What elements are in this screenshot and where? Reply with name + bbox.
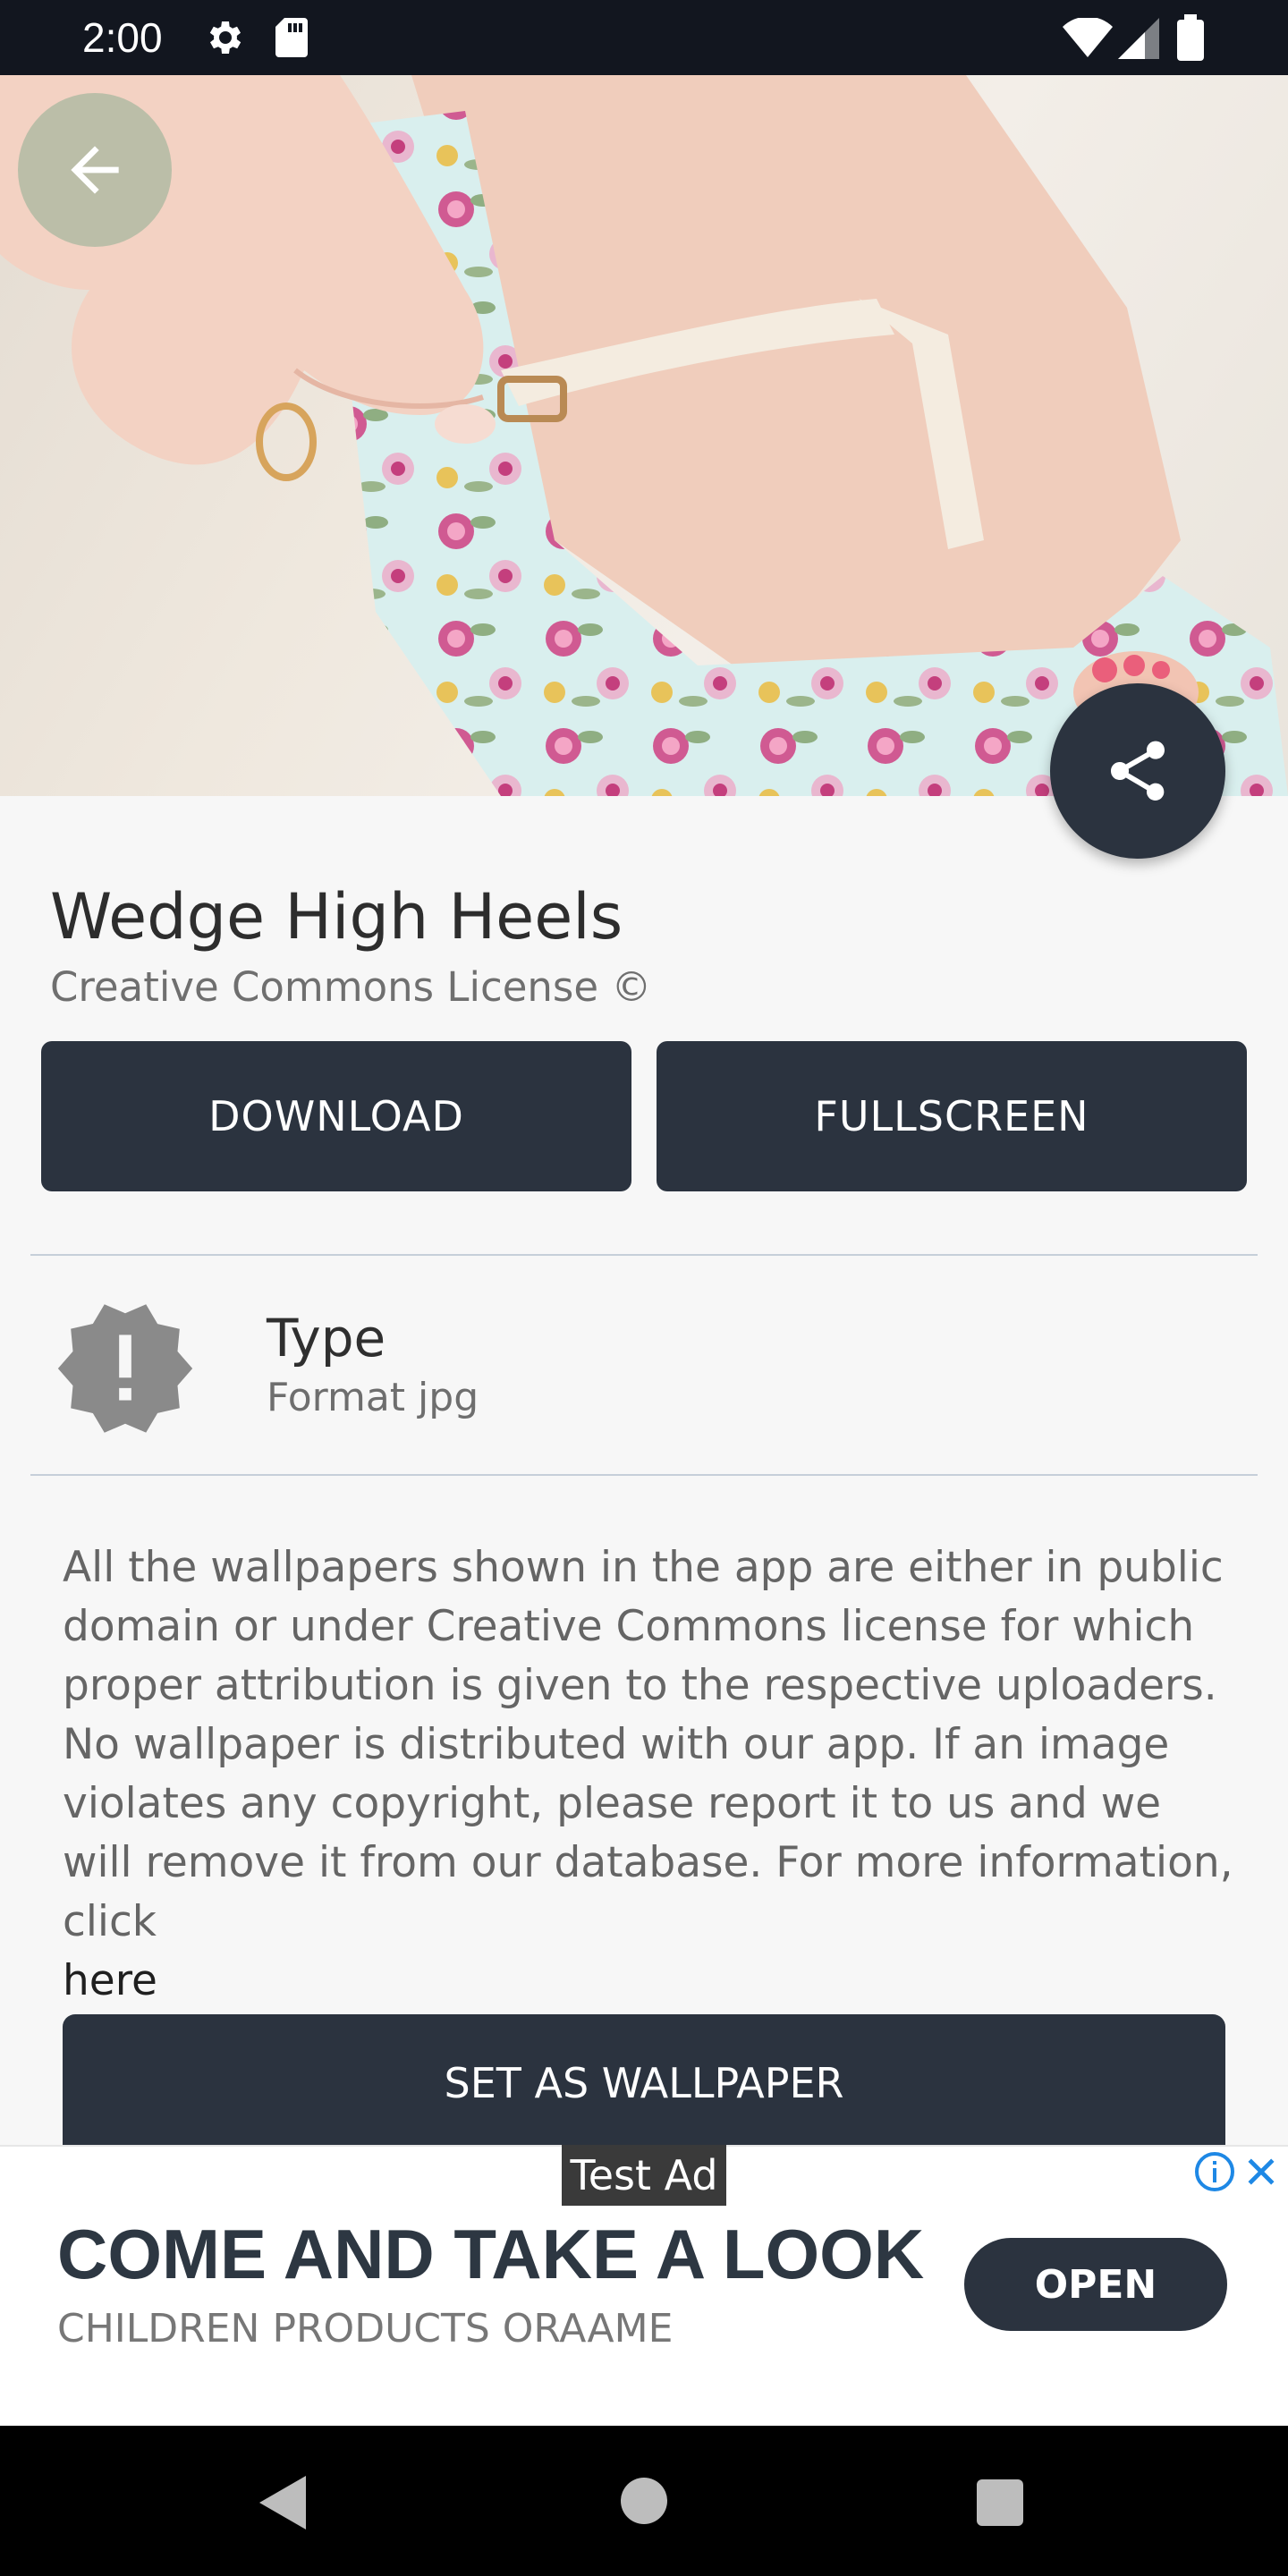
wallpaper-title: Wedge High Heels [50, 880, 623, 953]
status-time: 2:00 [82, 14, 163, 61]
disclaimer-body: All the wallpapers shown in the app are … [63, 1543, 1233, 1946]
set-as-wallpaper-label: SET AS WALLPAPER [444, 2059, 844, 2107]
settings-icon [209, 21, 242, 54]
ad-subline[interactable]: CHILDREN PRODUCTS ORAAME [57, 2304, 673, 2354]
arrow-back-icon [71, 146, 119, 194]
ad-close-icon[interactable] [1241, 2152, 1281, 2191]
more-info-link[interactable]: here [63, 1956, 157, 2005]
divider [30, 1474, 1258, 1476]
back-button[interactable] [18, 93, 172, 247]
wifi-icon [1063, 18, 1113, 57]
info-badge-icon [57, 1304, 193, 1433]
ad-headline[interactable]: COME AND TAKE A LOOK [57, 2209, 924, 2299]
type-label: Type [267, 1308, 386, 1368]
floral-wedge-heel-illustration [0, 75, 1288, 796]
set-as-wallpaper-button[interactable]: SET AS WALLPAPER [63, 2014, 1225, 2148]
battery-icon [1177, 14, 1204, 61]
navigation-bar [0, 2426, 1288, 2576]
disclaimer-text: All the wallpapers shown in the app are … [63, 1538, 1243, 2011]
signal-icon [1118, 18, 1159, 59]
divider [30, 1254, 1258, 1256]
fullscreen-button[interactable]: FULLSCREEN [657, 1041, 1247, 1191]
download-button[interactable]: DOWNLOAD [41, 1041, 631, 1191]
nav-home-icon[interactable] [621, 2478, 667, 2524]
ad-tag: Test Ad [562, 2145, 726, 2206]
nav-recents-icon[interactable] [977, 2479, 1023, 2526]
sd-card-icon [275, 18, 308, 57]
share-icon [1111, 741, 1165, 801]
ad-open-button[interactable]: OPEN [964, 2238, 1227, 2331]
nav-back-icon[interactable] [259, 2476, 309, 2529]
type-value: Format jpg [267, 1375, 479, 1420]
status-bar: 2:00 [0, 0, 1288, 75]
ad-info-icon[interactable] [1193, 2150, 1236, 2193]
license-text: Creative Commons License © [50, 963, 652, 1011]
wallpaper-image[interactable] [0, 75, 1288, 796]
share-button[interactable] [1050, 683, 1225, 859]
